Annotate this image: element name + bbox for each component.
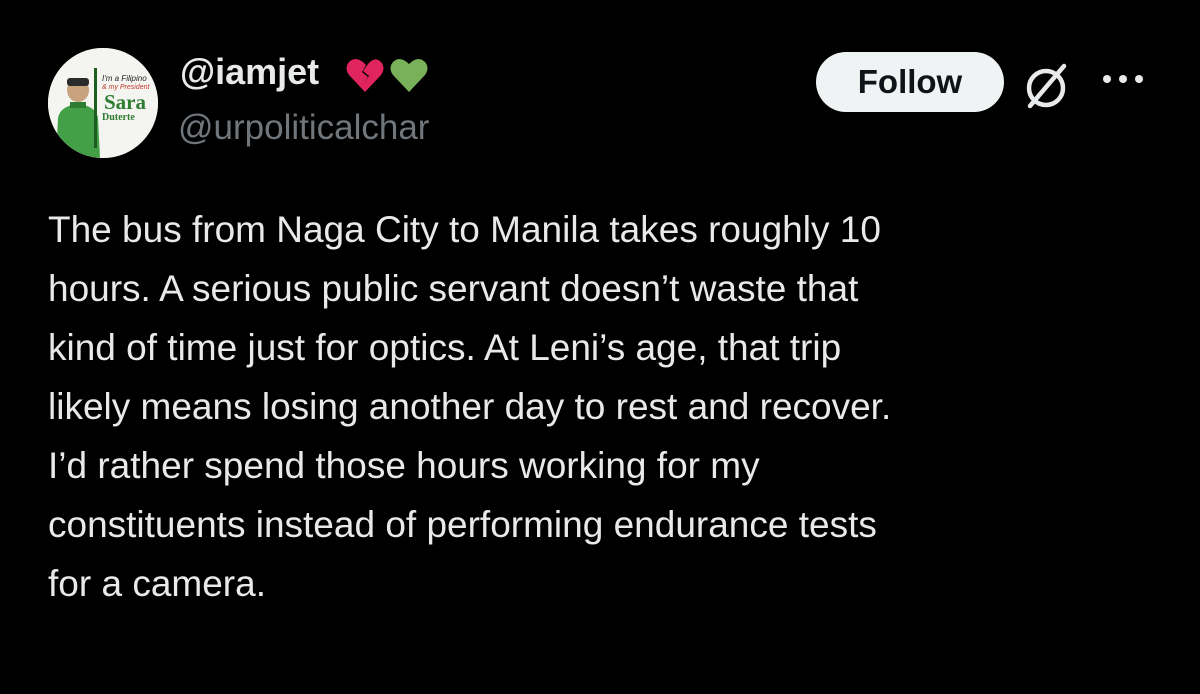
broken-heart-icon — [346, 59, 384, 92]
tweet-text-line: constituents instead of performing endur… — [48, 504, 877, 545]
tweet-text-line: kind of time just for optics. At Leni’s … — [48, 327, 842, 368]
more-icon[interactable] — [1098, 68, 1148, 90]
avatar-text-line3: Sara — [104, 90, 146, 114]
tweet-text-line: for a camera. — [48, 563, 266, 604]
grok-icon[interactable] — [1018, 58, 1074, 114]
tweet-text: The bus from Naga City to Manila takes r… — [48, 200, 1168, 613]
avatar-text-line1: I'm a Filipino — [102, 74, 147, 83]
green-heart-icon — [390, 58, 428, 92]
tweet-text-line: hours. A serious public servant doesn’t … — [48, 268, 859, 309]
avatar[interactable]: I'm a Filipino & my President Sara Duter… — [48, 48, 158, 158]
tweet-card: I'm a Filipino & my President Sara Duter… — [0, 0, 1200, 694]
tweet-text-line: likely means losing another day to rest … — [48, 386, 892, 427]
author-handle[interactable]: @urpoliticalchar — [178, 110, 429, 145]
tweet-text-line: The bus from Naga City to Manila takes r… — [48, 209, 881, 250]
name-badges — [345, 56, 429, 96]
follow-button[interactable]: Follow — [816, 52, 1004, 112]
avatar-text-line4: Duterte — [102, 112, 135, 123]
author-display-name[interactable]: @iamjet — [180, 54, 319, 90]
tweet-text-line: I’d rather spend those hours working for… — [48, 445, 760, 486]
